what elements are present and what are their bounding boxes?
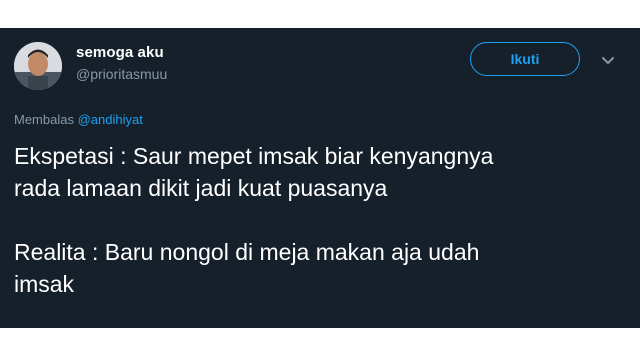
tweet-card: semoga aku @prioritasmuu Ikuti Membalas … <box>0 28 640 328</box>
avatar-image <box>14 42 62 90</box>
tweet-line: Realita : Baru nongol di meja makan aja … <box>14 239 480 265</box>
reply-mention-link[interactable]: @andihiyat <box>78 112 143 127</box>
reply-context: Membalas @andihiyat <box>14 112 143 127</box>
tweet-text: Ekspetasi : Saur mepet imsak biar kenyan… <box>14 140 624 300</box>
follow-button[interactable]: Ikuti <box>470 42 580 76</box>
chevron-down-icon[interactable] <box>598 50 618 70</box>
avatar[interactable] <box>14 42 62 90</box>
display-name[interactable]: semoga aku <box>76 44 164 61</box>
tweet-line: rada lamaan dikit jadi kuat puasanya <box>14 175 388 201</box>
tweet-line: Ekspetasi : Saur mepet imsak biar kenyan… <box>14 143 494 169</box>
screenshot-frame: semoga aku @prioritasmuu Ikuti Membalas … <box>0 0 640 360</box>
tweet-line: imsak <box>14 271 75 297</box>
reply-prefix: Membalas <box>14 112 74 127</box>
user-handle[interactable]: @prioritasmuu <box>76 66 167 82</box>
